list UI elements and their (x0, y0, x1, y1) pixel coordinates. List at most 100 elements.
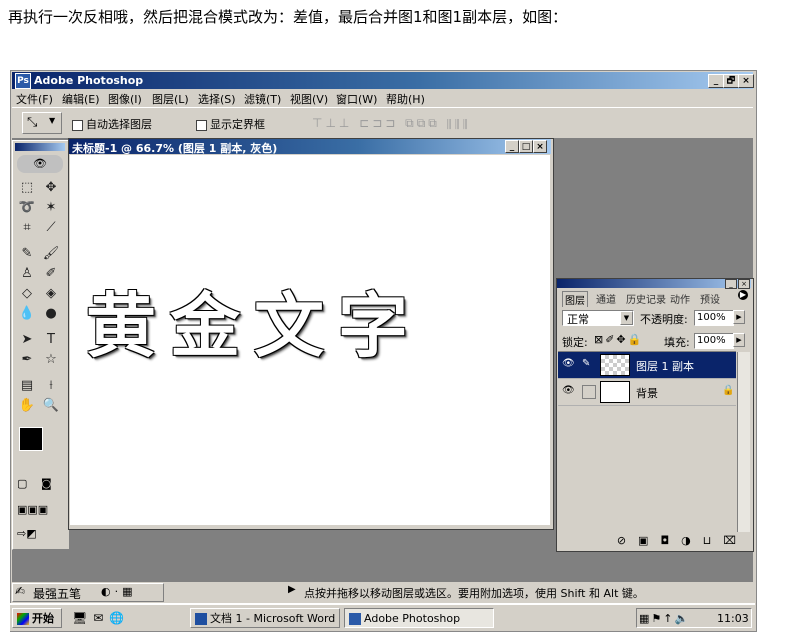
stamp-tool-icon[interactable]: ♙ (17, 265, 37, 283)
doc-close-button[interactable]: × (533, 140, 547, 153)
fill-input[interactable]: 100% (694, 333, 734, 349)
foreground-color-swatch[interactable] (19, 427, 43, 451)
history-brush-icon[interactable]: ✐ (41, 265, 61, 283)
healing-brush-icon[interactable]: ✎ (17, 245, 37, 263)
word-icon (195, 613, 207, 625)
quickmask-mode-icon[interactable]: ◙ (41, 477, 61, 491)
layers-bottom-buttons[interactable]: ⊘▣◘◑⊔⌧ (558, 534, 748, 548)
bucket-tool-icon[interactable]: ◈ (41, 285, 61, 303)
maximize-button[interactable]: 🗗 (723, 74, 739, 88)
start-button[interactable]: 开始 (12, 608, 62, 628)
taskbar-word-button[interactable]: 文档 1 - Microsoft Word (190, 608, 340, 628)
auto-select-checkbox[interactable] (72, 119, 83, 131)
eyedropper-icon[interactable]: ⟊ (41, 377, 61, 395)
shape-tool-icon[interactable]: ☆ (41, 351, 61, 369)
standard-mode-icon[interactable]: ▢ (17, 477, 37, 491)
layer-name[interactable]: 背景 (636, 385, 658, 401)
doc-minimize-button[interactable]: _ (505, 140, 519, 153)
chevron-down-icon[interactable]: ▼ (620, 311, 633, 325)
app-title: Adobe Photoshop (34, 74, 144, 87)
menu-image[interactable]: 图像(I) (108, 91, 142, 107)
ime-options-icons[interactable]: ◐·▦ (101, 585, 137, 598)
zoom-tool-icon[interactable]: 🔍 (41, 397, 61, 415)
menu-edit[interactable]: 编辑(E) (62, 91, 100, 107)
hand-tool-icon[interactable]: ✋ (17, 397, 37, 415)
dodge-tool-icon[interactable]: ● (41, 305, 61, 323)
lasso-tool-icon[interactable]: ➰ (17, 199, 37, 217)
pen-tool-icon[interactable]: ✒ (17, 351, 37, 369)
slice-tool-icon[interactable]: ⟋ (41, 219, 61, 237)
blend-mode-value: 正常 (567, 313, 589, 326)
menu-view[interactable]: 视图(V) (290, 91, 328, 107)
layer-row[interactable]: 👁 背景 🔒 (558, 379, 736, 406)
brush-tool-icon[interactable]: 🖌 (41, 245, 61, 263)
status-bar: ✍ 最强五笔 ◐·▦ ▶ 点按并拖移以移动图层或选区。要用附加选项，使用 Shi… (12, 582, 753, 602)
menu-select[interactable]: 选择(S) (198, 91, 236, 107)
show-bounds-checkbox[interactable] (196, 119, 207, 131)
screen-mode-icons[interactable]: ▣▣▣ (17, 503, 65, 517)
lock-label: 锁定: (562, 336, 588, 349)
photoshop-logo-icon: Ps (15, 73, 31, 89)
opacity-input[interactable]: 100% (694, 310, 734, 326)
minimize-button[interactable]: _ (708, 74, 724, 88)
lock-options-icons[interactable]: ⊠✐✥🔒 (594, 333, 643, 346)
panel-minimize-button[interactable]: _ (725, 279, 737, 289)
move-tool-icon: ⤡ (27, 115, 38, 130)
menu-window[interactable]: 窗口(W) (336, 91, 377, 107)
layer-name[interactable]: 图层 1 副本 (636, 358, 694, 374)
tray-icons[interactable]: ▦⚑↑🔈 (639, 609, 690, 629)
chevron-down-icon: ▼ (49, 116, 56, 125)
taskbar-photoshop-button[interactable]: Adobe Photoshop (344, 608, 494, 628)
path-select-icon[interactable]: ➤ (17, 331, 37, 349)
panel-close-button[interactable]: × (738, 279, 750, 289)
show-bounds-option[interactable]: 显示定界框 (196, 116, 265, 132)
layers-scrollbar[interactable] (737, 352, 750, 532)
tutorial-caption: 再执行一次反相哦，然后把混合模式改为：差值，最后合并图1和图1副本层，如图： (8, 8, 568, 26)
tab-channels[interactable]: 通道 (596, 291, 616, 306)
menu-help[interactable]: 帮助(H) (386, 91, 425, 107)
menu-filter[interactable]: 滤镜(T) (244, 91, 281, 107)
crop-tool-icon[interactable]: ⌗ (17, 219, 37, 237)
panel-menu-icon[interactable]: ▶ (738, 290, 748, 300)
align-buttons[interactable]: ⊤⊥⊥ ⊏⊐⊐ ⧉⧉⧉ ⫴⫴⫴ (312, 116, 471, 131)
eye-icon[interactable]: 👁 (562, 358, 575, 369)
quicklaunch-icons[interactable]: 🖥✉🌐 (72, 611, 130, 625)
layer-thumbnail (600, 354, 630, 376)
windows-logo-icon (17, 613, 29, 625)
type-tool-icon[interactable]: T (41, 331, 61, 349)
link-box[interactable] (582, 385, 596, 399)
brush-link-icon[interactable]: ✎ (582, 358, 590, 369)
tab-presets[interactable]: 预设 (700, 291, 720, 306)
options-bar: ⤡ ▼ 自动选择图层 显示定界框 ⊤⊥⊥ ⊏⊐⊐ ⧉⧉⧉ ⫴⫴⫴ (12, 107, 753, 139)
eye-logo-icon[interactable]: 👁 (17, 155, 63, 173)
canvas-gold-text: 黄金文字 (86, 284, 422, 367)
fill-arrow-icon[interactable]: ▶ (733, 333, 745, 347)
menu-layer[interactable]: 图层(L) (152, 91, 189, 107)
eraser-tool-icon[interactable]: ◇ (17, 285, 37, 303)
doc-maximize-button[interactable]: □ (519, 140, 533, 153)
eye-icon[interactable]: 👁 (562, 385, 575, 396)
ime-bar[interactable]: ✍ 最强五笔 ◐·▦ (12, 583, 164, 602)
tool-preset-picker[interactable]: ⤡ ▼ (22, 112, 62, 134)
taskbar: 开始 🖥✉🌐 文档 1 - Microsoft Word Adobe Photo… (10, 603, 755, 631)
layer-row[interactable]: 👁 ✎ 图层 1 副本 (558, 352, 736, 379)
move-tool-icon[interactable]: ✥ (41, 179, 61, 197)
tab-actions[interactable]: 动作 (670, 291, 690, 306)
opacity-arrow-icon[interactable]: ▶ (733, 310, 745, 324)
auto-select-option[interactable]: 自动选择图层 (72, 116, 152, 132)
blend-mode-select[interactable]: 正常 ▼ (562, 310, 634, 326)
blur-tool-icon[interactable]: 💧 (17, 305, 37, 323)
toolbox: 👁 ⬚ ✥ ➰ ✶ ⌗ ⟋ ✎ 🖌 ♙ ✐ ◇ ◈ 💧 ● ➤ T ✒ ☆ ▤ … (12, 140, 70, 550)
tab-history[interactable]: 历史记录 (626, 291, 666, 306)
magic-wand-icon[interactable]: ✶ (41, 199, 61, 217)
toolbox-titlebar (15, 143, 65, 151)
photoshop-icon (349, 613, 361, 625)
marquee-tool-icon[interactable]: ⬚ (17, 179, 37, 197)
notes-tool-icon[interactable]: ▤ (17, 377, 37, 395)
layers-panel-titlebar: _ × (557, 279, 751, 289)
tab-layers[interactable]: 图层 (562, 291, 588, 307)
menu-file[interactable]: 文件(F) (16, 91, 53, 107)
system-tray: ▦⚑↑🔈 11:03 (636, 608, 752, 628)
jump-to-imageready-icon[interactable]: ⇨◩ (17, 527, 65, 541)
close-button[interactable]: × (738, 74, 754, 88)
